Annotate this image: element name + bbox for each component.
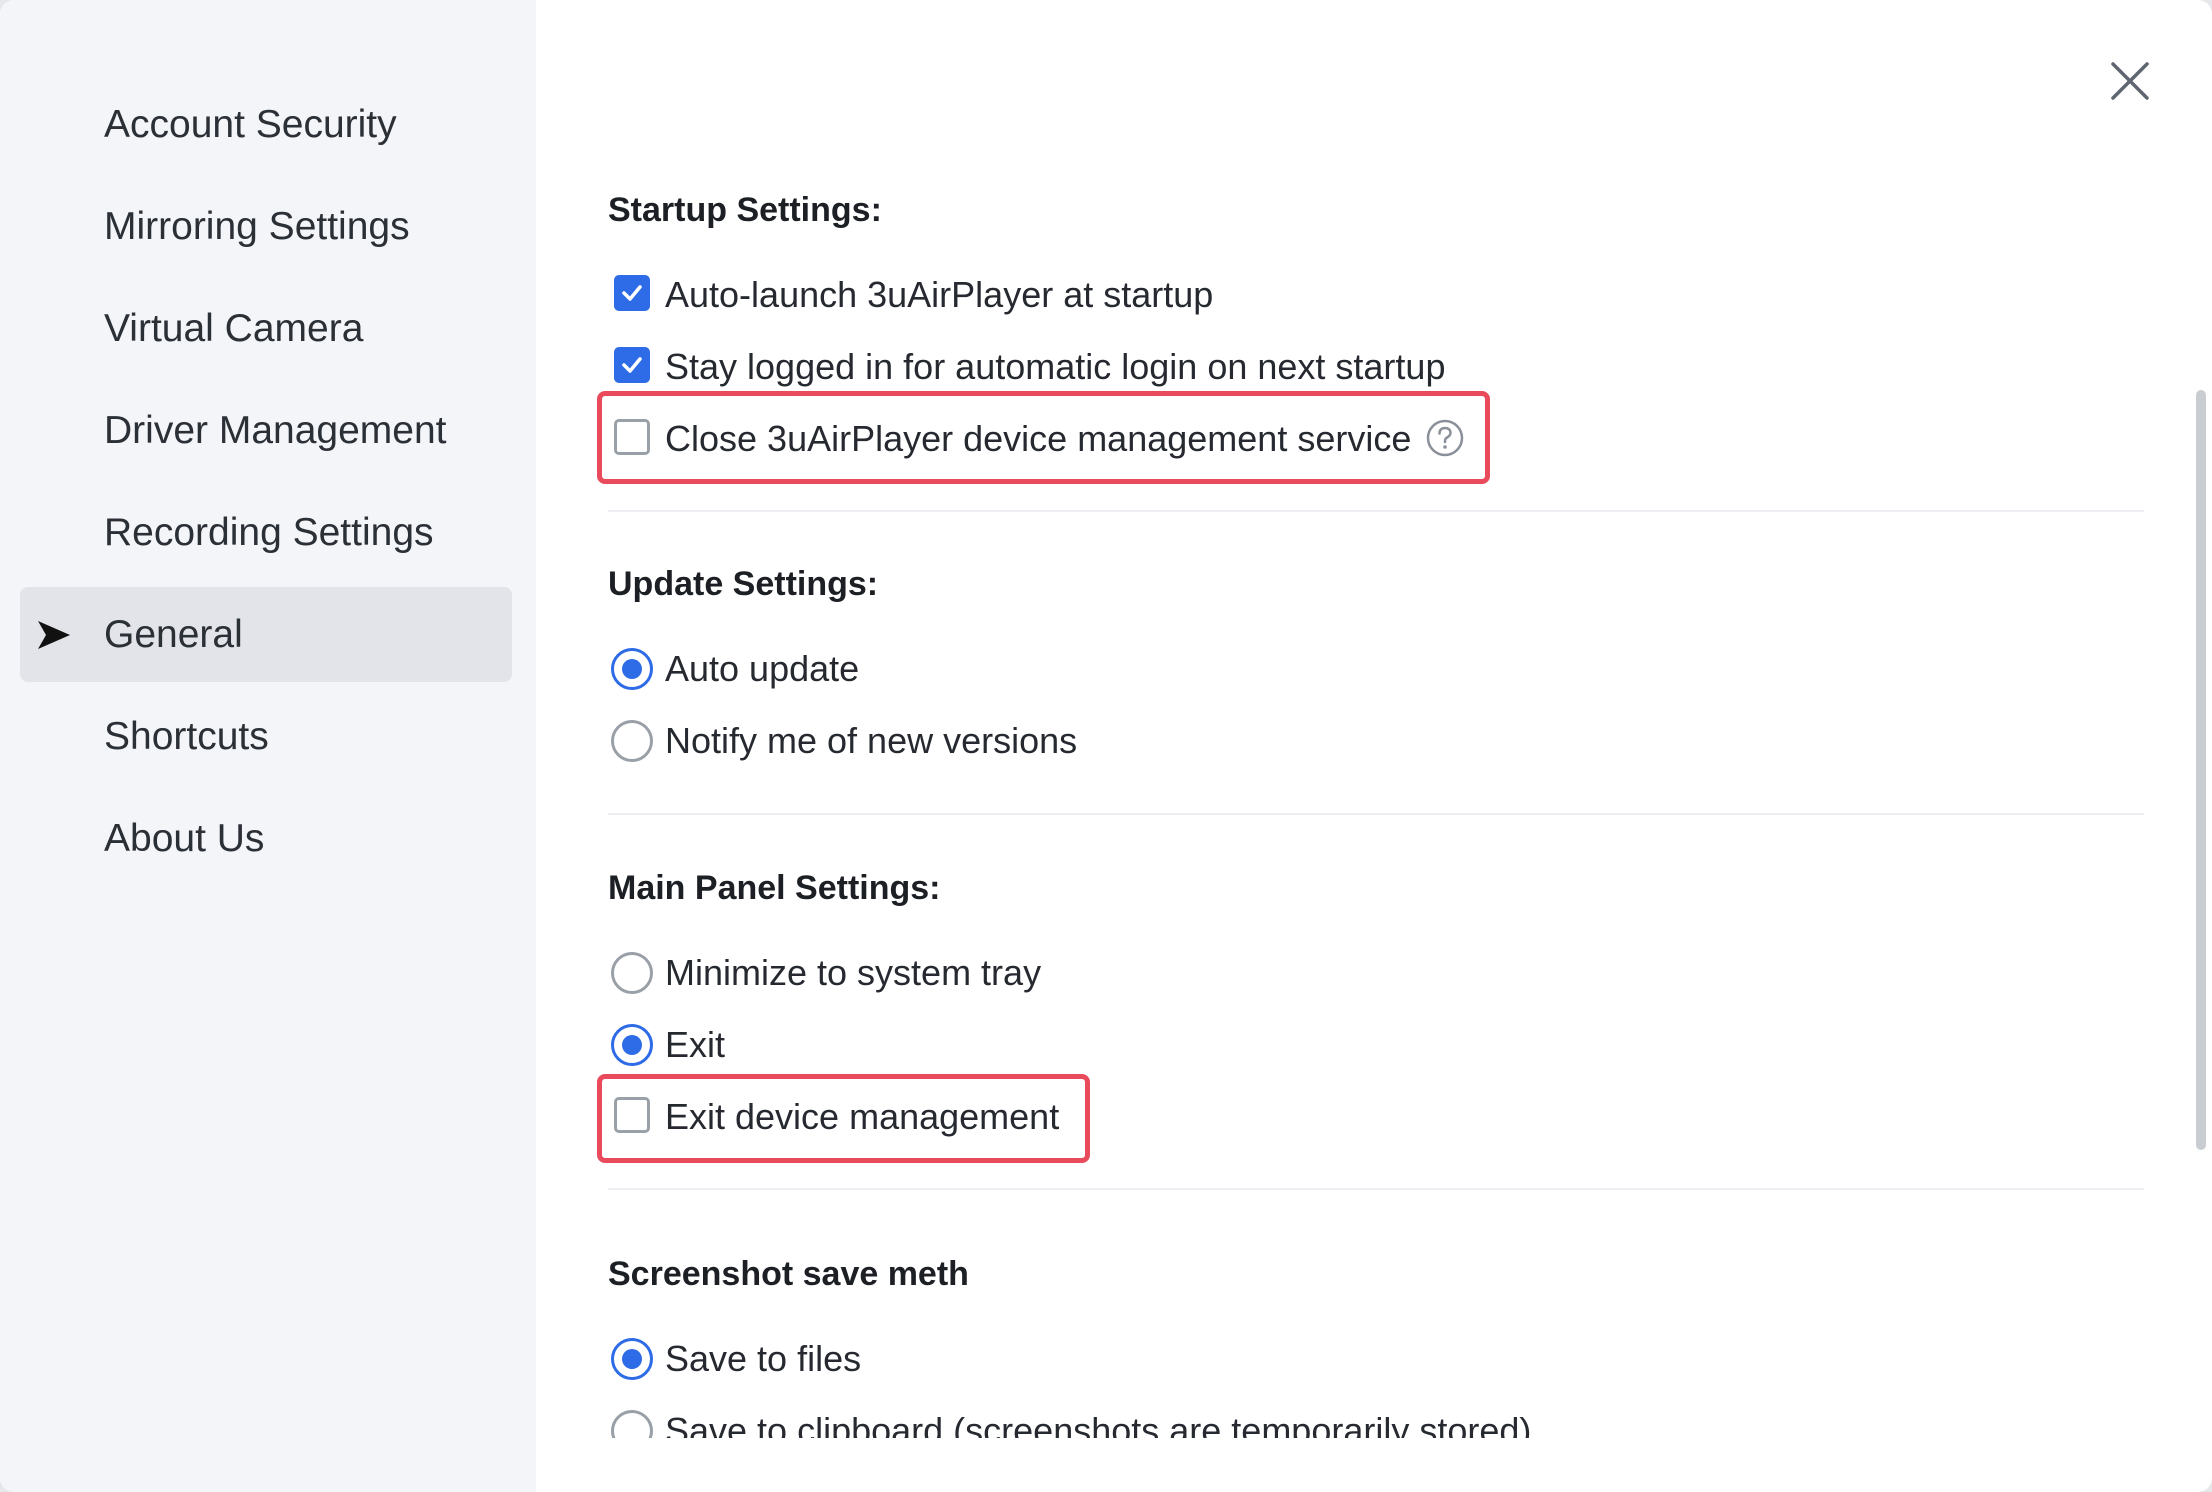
radio-unselected-icon[interactable] [611,952,653,994]
radio-selected-icon[interactable] [611,648,653,690]
sidebar-item-driver-management[interactable]: Driver Management [20,383,512,478]
sidebar-item-label: Mirroring Settings [104,204,410,248]
sidebar: Account Security Mirroring Settings Virt… [0,0,536,1492]
option-label: Minimize to system tray [665,952,1042,993]
sidebar-item-shortcuts[interactable]: Shortcuts [20,689,512,784]
sidebar-item-label: Recording Settings [104,510,434,554]
divider [608,813,2144,815]
option-label: Save to files [665,1338,862,1379]
sidebar-item-label: Driver Management [104,408,447,452]
option-label: Auto-launch 3uAirPlayer at startup [665,274,1214,315]
sidebar-item-virtual-camera[interactable]: Virtual Camera [20,281,512,376]
clipped-row-container: Save to clipboard (screenshots are tempo… [600,1400,2160,1438]
close-icon[interactable] [2105,56,2155,106]
highlight-box [597,391,1490,484]
scrollbar-thumb[interactable] [2196,390,2206,1150]
section-title-main-panel: Main Panel Settings: [608,869,941,907]
settings-window: Account Security Mirroring Settings Virt… [0,0,2212,1492]
section-title-screenshot: Screenshot save meth [608,1255,969,1293]
radio-unselected-icon[interactable] [611,1410,653,1438]
sidebar-item-general[interactable]: General [20,587,512,682]
option-label: Notify me of new versions [665,720,1078,761]
option-label: Auto update [665,648,860,689]
radio-selected-icon[interactable] [611,1024,653,1066]
section-title-update: Update Settings: [608,565,879,603]
sidebar-item-about-us[interactable]: About Us [20,791,512,886]
sidebar-item-account-security[interactable]: Account Security [20,77,512,172]
divider [608,510,2144,512]
divider [608,1188,2144,1190]
sidebar-item-label: Virtual Camera [104,306,364,350]
option-label: Stay logged in for automatic login on ne… [665,346,1446,387]
section-title-startup: Startup Settings: [608,191,882,229]
radio-unselected-icon[interactable] [611,720,653,762]
checkbox-checked-icon[interactable] [614,347,650,383]
option-label: Exit [665,1024,726,1065]
arrow-right-icon [38,621,70,649]
radio-selected-icon[interactable] [611,1338,653,1380]
sidebar-item-recording-settings[interactable]: Recording Settings [20,485,512,580]
sidebar-item-label: About Us [104,816,265,860]
highlight-box [597,1074,1090,1163]
checkbox-checked-icon[interactable] [614,275,650,311]
sidebar-item-label: Shortcuts [104,714,269,758]
sidebar-item-label: General [104,612,243,656]
option-label: Save to clipboard (screenshots are tempo… [665,1410,1532,1438]
sidebar-item-mirroring-settings[interactable]: Mirroring Settings [20,179,512,274]
sidebar-item-label: Account Security [104,102,397,146]
